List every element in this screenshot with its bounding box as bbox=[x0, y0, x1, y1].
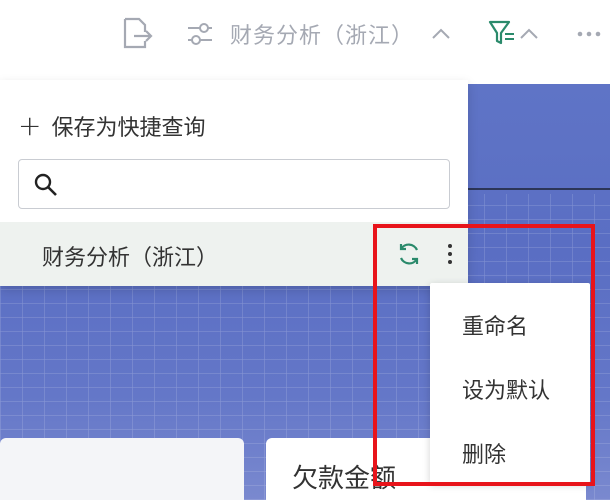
export-icon[interactable] bbox=[120, 16, 154, 52]
save-quick-query-button[interactable]: + 保存为快捷查询 bbox=[18, 110, 205, 142]
chevron-up-icon[interactable] bbox=[430, 24, 452, 44]
plus-icon: + bbox=[18, 109, 42, 142]
dashboard-card bbox=[0, 438, 244, 500]
menu-item-set-default[interactable]: 设为默认 bbox=[462, 373, 550, 405]
menu-item-rename[interactable]: 重命名 bbox=[462, 309, 528, 341]
menu-item-delete[interactable]: 删除 bbox=[462, 437, 506, 469]
search-icon bbox=[33, 172, 59, 202]
divider bbox=[468, 188, 610, 190]
sliders-icon[interactable] bbox=[186, 20, 214, 48]
chevron-up-icon[interactable] bbox=[518, 24, 540, 44]
save-quick-query-label: 保存为快捷查询 bbox=[51, 116, 206, 141]
more-horizontal-icon[interactable] bbox=[576, 26, 602, 42]
filter-icon[interactable] bbox=[487, 18, 517, 48]
card-title: 欠款金额 bbox=[292, 464, 397, 494]
more-vertical-icon[interactable] bbox=[440, 240, 460, 268]
query-list-item[interactable]: 财务分析（浙江） bbox=[0, 222, 468, 286]
refresh-icon[interactable] bbox=[396, 241, 422, 271]
query-item-label: 财务分析（浙江） bbox=[42, 246, 219, 271]
search-input[interactable] bbox=[18, 159, 450, 209]
query-context-menu: 重命名 设为默认 删除 bbox=[430, 283, 590, 483]
query-title[interactable]: 财务分析（浙江） bbox=[230, 18, 414, 50]
saved-query-panel: + 保存为快捷查询 财务分析（浙江） bbox=[0, 80, 468, 286]
top-toolbar: 财务分析（浙江） bbox=[0, 0, 610, 80]
